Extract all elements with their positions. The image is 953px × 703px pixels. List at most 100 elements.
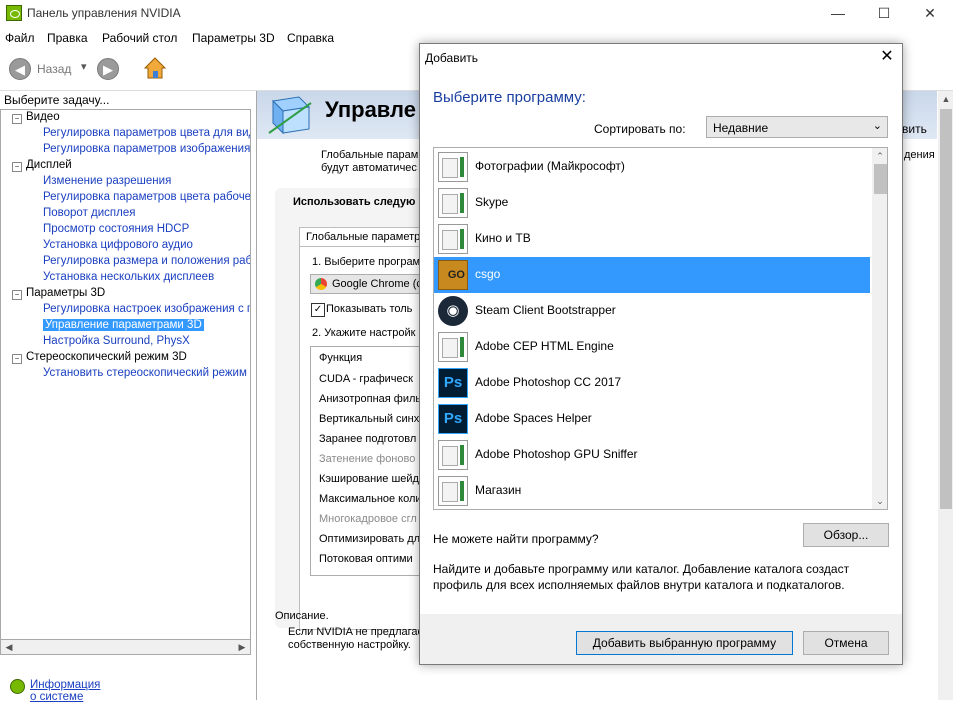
show-only-label: Показывать толь bbox=[326, 303, 413, 315]
program-list-item[interactable]: Adobe Photoshop GPU Sniffer bbox=[434, 437, 870, 473]
tree-task-link[interactable]: Установить стереоскопический режим 3 bbox=[43, 367, 250, 379]
function-row[interactable]: Потоковая оптими bbox=[319, 553, 413, 565]
chrome-icon bbox=[315, 278, 327, 290]
function-row[interactable]: Оптимизировать дл bbox=[319, 533, 420, 545]
tree-task-link[interactable]: Установка нескольких дисплеев bbox=[43, 271, 214, 283]
tree-category[interactable]: Стереоскопический режим 3D bbox=[26, 351, 187, 363]
function-row[interactable]: Многокадровое сгл bbox=[319, 513, 417, 525]
scroll-thumb[interactable] bbox=[940, 109, 952, 509]
close-window-button[interactable]: ✕ bbox=[907, 0, 953, 28]
step-2-label: 2. Укажите настройк bbox=[312, 327, 416, 339]
tree-task-link[interactable]: Регулировка параметров цвета для вид bbox=[43, 127, 250, 139]
scroll-down-icon[interactable]: ⌄ bbox=[872, 493, 887, 509]
photoshop-icon: Ps bbox=[438, 404, 468, 434]
tab-global-settings[interactable]: Глобальные параметр bbox=[299, 227, 439, 246]
tree-task-link[interactable]: Регулировка настроек изображения с пр bbox=[43, 303, 250, 315]
scroll-right-icon[interactable]: ▶ bbox=[234, 639, 250, 655]
program-list-item[interactable]: Ps Adobe Spaces Helper bbox=[434, 401, 870, 437]
restore-defaults-link[interactable]: вить bbox=[902, 122, 927, 136]
scroll-up-icon[interactable]: ▲ bbox=[938, 91, 953, 107]
csgo-icon: GO bbox=[438, 260, 468, 290]
function-row[interactable]: CUDA - графическ bbox=[319, 373, 413, 385]
page-title: Управле bbox=[325, 97, 416, 122]
tree-expand-icon[interactable]: − bbox=[12, 290, 22, 300]
tree-category[interactable]: Видео bbox=[26, 111, 60, 123]
program-list-item[interactable]: ◉ Steam Client Bootstrapper bbox=[434, 293, 870, 329]
tree-task-link[interactable]: Регулировка параметров цвета рабочег bbox=[43, 191, 250, 203]
program-list-item[interactable]: Фотографии (Майкрософт) bbox=[434, 149, 870, 185]
maximize-button[interactable]: ☐ bbox=[861, 0, 907, 28]
tree-task-link[interactable]: Просмотр состояния HDCP bbox=[43, 223, 189, 235]
tree-task-link[interactable]: Установка цифрового аудио bbox=[43, 239, 193, 251]
tree-task-link[interactable]: Поворот дисплея bbox=[43, 207, 135, 219]
home-icon[interactable] bbox=[143, 56, 167, 80]
program-list-item[interactable]: Adobe CEP HTML Engine bbox=[434, 329, 870, 365]
app-icon bbox=[438, 440, 468, 470]
dialog-close-icon[interactable]: ✕ bbox=[875, 46, 899, 68]
function-row[interactable]: Заранее подготовл bbox=[319, 433, 416, 445]
sort-select[interactable]: Недавние ⌄ bbox=[706, 116, 888, 138]
program-name: Steam Client Bootstrapper bbox=[475, 303, 616, 317]
scroll-up-icon[interactable]: ⌃ bbox=[872, 148, 887, 164]
tree-task-link[interactable]: Регулировка размера и положения рабо bbox=[43, 255, 250, 267]
menu-file[interactable]: Файл bbox=[5, 31, 35, 45]
cancel-button[interactable]: Отмена bbox=[803, 631, 889, 655]
tree-task-link[interactable]: Настройка Surround, PhysX bbox=[43, 335, 190, 347]
steam-icon: ◉ bbox=[438, 296, 468, 326]
menu-desktop[interactable]: Рабочий стол bbox=[102, 31, 177, 45]
tree-expand-icon[interactable]: − bbox=[12, 114, 22, 124]
program-name: Фотографии (Майкрософт) bbox=[475, 159, 625, 173]
tree-task-link[interactable]: Регулировка параметров изображения д bbox=[43, 143, 250, 155]
description-line-2: будут автоматичес bbox=[321, 162, 417, 174]
browse-button[interactable]: Обзор... bbox=[803, 523, 889, 547]
menu-3d-settings[interactable]: Параметры 3D bbox=[192, 31, 275, 45]
function-row[interactable]: Кэширование шейд bbox=[319, 473, 419, 485]
function-row[interactable]: Затенение фоново bbox=[319, 453, 415, 465]
program-list-scroll-thumb[interactable] bbox=[874, 164, 887, 194]
tree-expand-icon[interactable]: − bbox=[12, 354, 22, 364]
forward-icon[interactable]: ▶ bbox=[97, 58, 119, 80]
program-list-item[interactable]: GO csgo bbox=[434, 257, 870, 293]
program-list-item[interactable]: Кино и ТВ bbox=[434, 221, 870, 257]
scroll-left-icon[interactable]: ◀ bbox=[1, 639, 17, 655]
tree-task-link[interactable]: Управление параметрами 3D bbox=[43, 319, 204, 331]
add-program-dialog: Добавить ✕ Выберите программу: Сортирова… bbox=[419, 43, 903, 665]
system-info-link[interactable]: Информация о системе bbox=[30, 679, 100, 703]
content-vertical-scrollbar[interactable]: ▲ bbox=[938, 91, 953, 700]
tree-task-link[interactable]: Изменение разрешения bbox=[43, 175, 171, 187]
description-body-2: собственную настройку. bbox=[288, 639, 411, 651]
description-body-1: Если NVIDIA не предлагае bbox=[288, 626, 424, 638]
tree-category[interactable]: Параметры 3D bbox=[26, 287, 105, 299]
show-only-checkbox[interactable]: ✓ bbox=[311, 303, 325, 317]
program-list-scrollbar[interactable]: ⌃ ⌄ bbox=[872, 148, 887, 509]
function-row[interactable]: Вертикальный синх bbox=[319, 413, 419, 425]
program-list[interactable]: Фотографии (Майкрософт) Skype Кино и ТВ GO c… bbox=[433, 147, 888, 510]
add-selected-program-button[interactable]: Добавить выбранную программу bbox=[576, 631, 793, 655]
menu-help[interactable]: Справка bbox=[287, 31, 334, 45]
menu-edit[interactable]: Правка bbox=[47, 31, 88, 45]
back-label[interactable]: Назад bbox=[37, 62, 71, 76]
tree-horizontal-scrollbar[interactable]: ◀ ▶ bbox=[0, 639, 251, 655]
function-row[interactable]: Анизотропная филь bbox=[319, 393, 421, 405]
app-icon bbox=[438, 224, 468, 254]
dialog-heading: Выберите программу: bbox=[433, 89, 586, 106]
function-row[interactable]: Максимальное коли bbox=[319, 493, 422, 505]
hint-text: Найдите и добавьте программу или каталог… bbox=[433, 562, 850, 592]
history-dropdown-icon[interactable]: ▾ bbox=[81, 60, 87, 73]
section-title: Использовать следую bbox=[293, 196, 416, 208]
program-list-item[interactable]: Skype bbox=[434, 185, 870, 221]
tree-category[interactable]: Дисплей bbox=[26, 159, 72, 171]
program-name: Магазин bbox=[475, 483, 522, 497]
program-name: csgo bbox=[475, 267, 501, 281]
program-list-item[interactable]: Ps Adobe Photoshop CC 2017 bbox=[434, 365, 870, 401]
program-name: Adobe Spaces Helper bbox=[475, 411, 592, 425]
back-icon[interactable]: ◀ bbox=[9, 58, 31, 80]
program-name: Кино и ТВ bbox=[475, 231, 531, 245]
description-line-1: Глобальные парам bbox=[321, 149, 419, 161]
tree-expand-icon[interactable]: − bbox=[12, 162, 22, 172]
program-list-item[interactable]: Магазин bbox=[434, 473, 870, 509]
cant-find-label: Не можете найти программу? bbox=[433, 532, 599, 546]
minimize-button[interactable]: — bbox=[815, 0, 861, 28]
title-bar: Панель управления NVIDIA — ☐ ✕ bbox=[0, 0, 953, 28]
function-column-header: Функция bbox=[319, 352, 363, 364]
